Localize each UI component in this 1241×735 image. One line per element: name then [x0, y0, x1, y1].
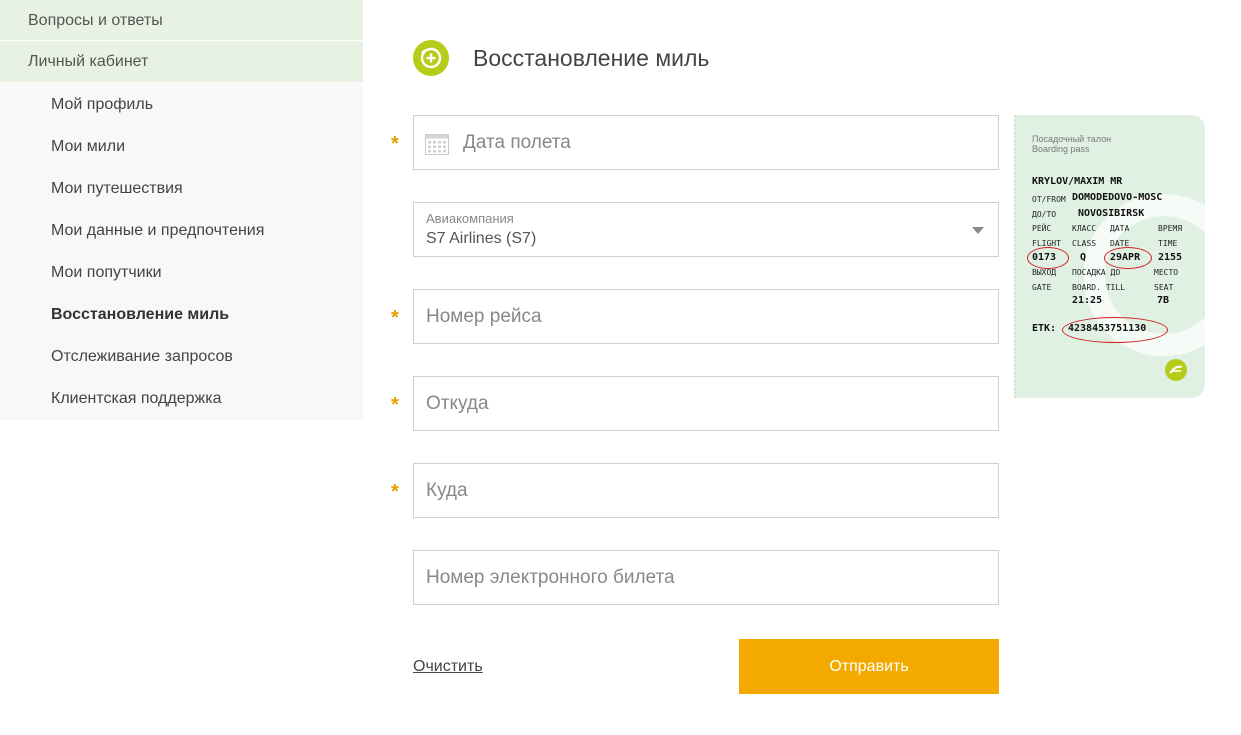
time-label-en: TIME [1158, 239, 1178, 248]
class-label-ru: КЛАСС [1072, 224, 1097, 233]
date-highlight-ring [1104, 247, 1152, 269]
gate-label-en: GATE [1032, 283, 1052, 292]
to-field [413, 463, 999, 518]
sidebar-item-request-tracking[interactable]: Отслеживание запросов [0, 336, 363, 378]
sidebar-item-miles-recovery[interactable]: Восстановление миль [0, 294, 363, 336]
sidebar-submenu: Мой профиль Мои мили Мои путешествия Мои… [0, 83, 363, 420]
sidebar-item-my-miles[interactable]: Мои мили [0, 126, 363, 168]
clear-link[interactable]: Очистить [413, 658, 483, 676]
sidebar-item-my-profile[interactable]: Мой профиль [0, 83, 363, 126]
ticket-number-field [413, 550, 999, 605]
passenger-name: KRYLOV/MAXIM MR [1032, 176, 1123, 187]
calendar-icon[interactable] [425, 132, 449, 155]
gate-label-ru: ВЫХОД [1032, 268, 1057, 277]
flight-label-ru: РЕЙС [1032, 224, 1052, 233]
seat-label-ru: МЕСТО [1154, 268, 1179, 277]
ticket-number-input[interactable] [414, 551, 998, 604]
seat-label-en: SEAT [1154, 283, 1174, 292]
submit-button[interactable]: Отправить [739, 639, 999, 694]
etk-label: ETK: [1032, 323, 1057, 334]
etk-highlight-ring [1062, 317, 1168, 343]
to-value: NOVOSIBIRSK [1078, 208, 1145, 219]
sidebar: Вопросы и ответы Личный кабинет Мой проф… [0, 0, 363, 420]
required-mark: * [391, 307, 399, 329]
required-mark: * [391, 481, 399, 503]
airline-label: Авиакомпания [426, 211, 514, 226]
add-circle-icon [413, 40, 449, 76]
page-title: Восстановление миль [473, 44, 710, 71]
boarding-pass-title: Посадочный талон [1032, 134, 1112, 144]
sidebar-item-personal-account[interactable]: Личный кабинет [0, 41, 363, 83]
from-field [413, 376, 999, 431]
from-value: DOMODEDOVO-MOSC [1072, 192, 1163, 203]
flight-number-input[interactable] [414, 290, 998, 343]
sidebar-item-my-trips[interactable]: Мои путешествия [0, 168, 363, 210]
airline-select[interactable]: Авиакомпания S7 Airlines (S7) [413, 202, 999, 257]
required-mark: * [391, 394, 399, 416]
sidebar-item-faq[interactable]: Вопросы и ответы [0, 0, 363, 41]
flight-date-input[interactable] [414, 116, 998, 169]
to-input[interactable] [414, 464, 998, 517]
flight-number-field [413, 289, 999, 344]
time-label-ru: ВРЕМЯ [1158, 224, 1183, 233]
perforation [1014, 115, 1018, 398]
board-label-ru: ПОСАДКА ДО [1072, 268, 1121, 277]
class-label-en: CLASS [1072, 239, 1097, 248]
sidebar-item-my-data[interactable]: Мои данные и предпочтения [0, 210, 363, 252]
flight-highlight-ring [1027, 247, 1069, 269]
to-label: ДО/TO [1032, 210, 1057, 219]
boarding-pass-subtitle: Boarding pass [1032, 144, 1090, 154]
required-mark: * [391, 133, 399, 155]
page-header: Восстановление миль [413, 40, 709, 76]
board-label-en: BOARD. TILL [1072, 283, 1125, 292]
sidebar-item-my-companions[interactable]: Мои попутчики [0, 252, 363, 294]
airline-logo-icon [1165, 359, 1187, 381]
flight-date-field [413, 115, 999, 170]
from-input[interactable] [414, 377, 998, 430]
airline-value: S7 Airlines (S7) [426, 230, 537, 247]
boarding-pass-illustration: Посадочный талон Boarding pass KRYLOV/MA… [1014, 115, 1205, 398]
board-till-value: 21:25 [1072, 295, 1103, 306]
date-label-ru: ДАТА [1110, 224, 1130, 233]
chevron-down-icon [972, 227, 984, 234]
time-value: 2155 [1158, 252, 1183, 263]
class-value: Q [1080, 252, 1087, 263]
sidebar-item-customer-support[interactable]: Клиентская поддержка [0, 378, 363, 420]
from-label: ОТ/FROM [1032, 195, 1066, 204]
seat-value: 7B [1157, 295, 1170, 306]
